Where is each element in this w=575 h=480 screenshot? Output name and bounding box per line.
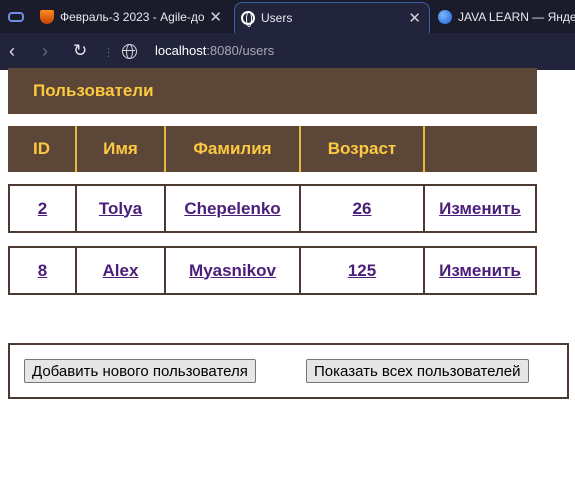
edit-user-link[interactable]: Изменить xyxy=(439,199,521,219)
orange-favicon-icon xyxy=(40,10,54,24)
cell-age: 125 xyxy=(301,248,425,293)
tab-agile[interactable]: Февраль-3 2023 - Agile-до ✕ xyxy=(40,4,230,30)
edit-user-link[interactable]: Изменить xyxy=(439,261,521,281)
column-header-action xyxy=(425,126,537,172)
add-user-button[interactable]: Добавить нового пользователя xyxy=(24,359,256,383)
tab-gamepad[interactable] xyxy=(0,4,32,30)
column-header-last-name: Фамилия xyxy=(166,126,301,172)
user-last-name-link[interactable]: Myasnikov xyxy=(189,261,276,281)
site-info-icon[interactable] xyxy=(122,44,137,59)
user-id-link[interactable]: 8 xyxy=(38,261,47,281)
tab-label: Users xyxy=(261,11,293,25)
tab-label: Февраль-3 2023 - Agile-до xyxy=(60,10,205,24)
cell-action: Изменить xyxy=(425,248,535,293)
tab-label: JAVA LEARN — Яндекс xyxy=(458,10,575,24)
close-icon[interactable]: ✕ xyxy=(408,9,421,27)
back-icon[interactable]: ‹ xyxy=(9,41,15,61)
gamepad-icon xyxy=(8,12,24,22)
cell-age: 26 xyxy=(301,186,425,231)
yandex-favicon-icon xyxy=(438,10,452,24)
user-age-link[interactable]: 26 xyxy=(353,199,372,219)
forward-icon[interactable]: › xyxy=(42,41,48,61)
divider-icon: ⋮ xyxy=(103,47,114,59)
show-all-users-button[interactable]: Показать всех пользователей xyxy=(306,359,529,383)
cell-name: Alex xyxy=(77,248,166,293)
tab-java-learn[interactable]: JAVA LEARN — Яндекс xyxy=(438,4,575,30)
column-header-id: ID xyxy=(8,126,77,172)
close-icon[interactable]: ✕ xyxy=(209,8,222,26)
user-age-link[interactable]: 125 xyxy=(348,261,376,281)
tab-strip: Февраль-3 2023 - Agile-до ✕ Users ✕ JAVA… xyxy=(0,0,575,33)
cell-name: Tolya xyxy=(77,186,166,231)
cell-id: 2 xyxy=(10,186,77,231)
page-title: Пользователи xyxy=(8,68,537,114)
globe-icon xyxy=(241,11,255,27)
user-name-link[interactable]: Alex xyxy=(103,261,139,281)
reload-icon[interactable]: ↻ xyxy=(73,41,87,61)
table-header: ID Имя Фамилия Возраст xyxy=(8,126,537,172)
table-row: 8 Alex Myasnikov 125 Изменить xyxy=(8,246,537,295)
cell-last-name: Chepelenko xyxy=(166,186,301,231)
cell-last-name: Myasnikov xyxy=(166,248,301,293)
url-host: localhost xyxy=(155,43,207,58)
url-field[interactable]: localhost:8080/users xyxy=(155,43,274,58)
actions-panel: Добавить нового пользователя Показать вс… xyxy=(8,343,569,399)
column-header-name: Имя xyxy=(77,126,166,172)
user-last-name-link[interactable]: Chepelenko xyxy=(184,199,280,219)
cell-action: Изменить xyxy=(425,186,535,231)
user-id-link[interactable]: 2 xyxy=(38,199,47,219)
table-row: 2 Tolya Chepelenko 26 Изменить xyxy=(8,184,537,233)
tab-users[interactable]: Users ✕ xyxy=(234,2,430,33)
column-header-age: Возраст xyxy=(301,126,425,172)
cell-id: 8 xyxy=(10,248,77,293)
user-name-link[interactable]: Tolya xyxy=(99,199,142,219)
url-path: :8080/users xyxy=(206,43,275,58)
address-bar: ‹ › ↻ ⋮ localhost:8080/users xyxy=(0,33,575,70)
